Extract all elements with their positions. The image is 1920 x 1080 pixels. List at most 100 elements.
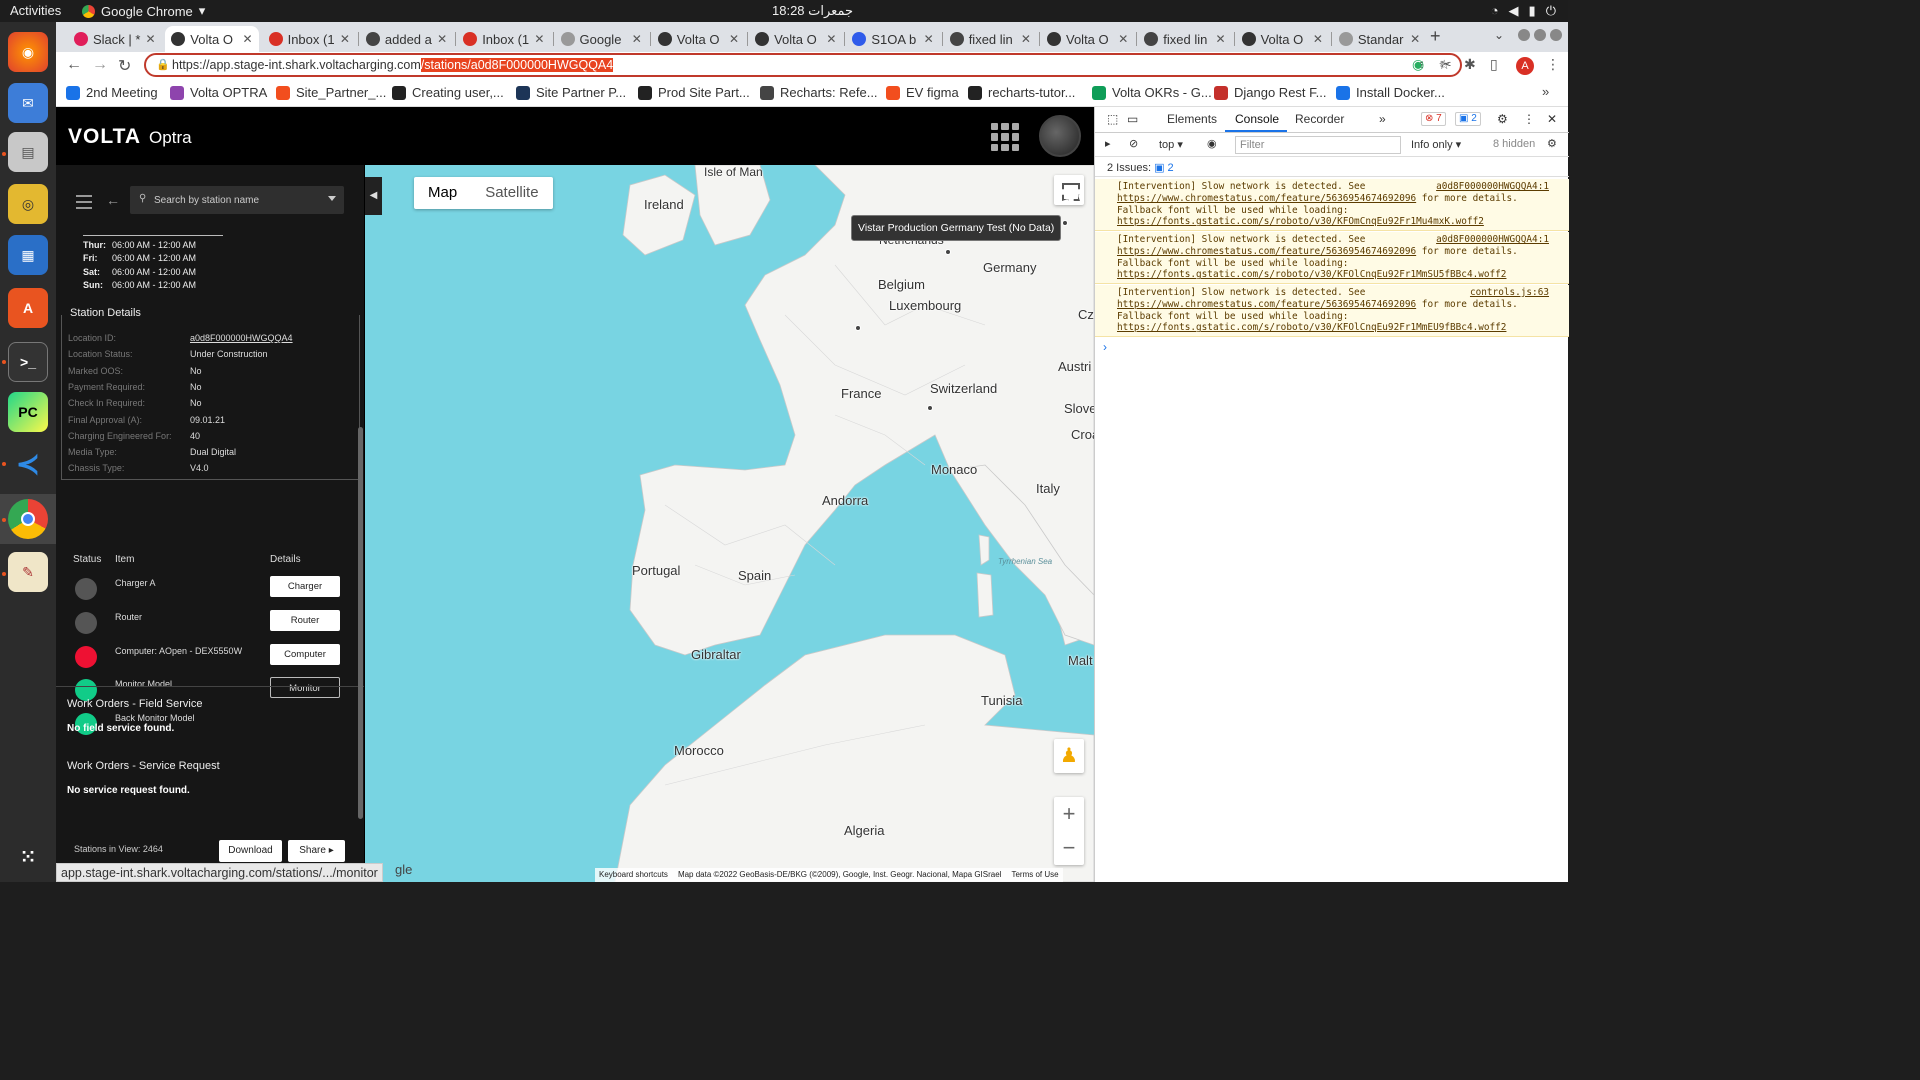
close-tab-icon[interactable]: ✕	[1313, 32, 1323, 46]
bookmark-item[interactable]: Volta OKRs - G...	[1092, 85, 1212, 100]
inspect-element-icon[interactable]: ⬚	[1107, 112, 1118, 126]
writer-icon[interactable]: ▦	[8, 235, 48, 275]
chromestatus-link[interactable]: https://www.chromestatus.com/feature/563…	[1117, 299, 1416, 310]
close-tab-icon[interactable]: ✕	[340, 32, 350, 46]
terms-link[interactable]: Terms of Use	[1011, 870, 1058, 880]
terminal-icon[interactable]: >_	[8, 342, 48, 382]
files-icon[interactable]: ▤	[8, 132, 48, 172]
vscode-icon[interactable]: ≺	[8, 444, 48, 484]
address-bar[interactable]: 🔒 https://app.stage-int.shark.voltacharg…	[144, 53, 1462, 77]
source-link[interactable]: a0d8F000000HWGQQA4:1	[1436, 234, 1549, 246]
kebab-menu-icon[interactable]: ⋮	[1523, 112, 1535, 126]
tab-search-button[interactable]: ⌄	[1494, 28, 1504, 42]
device-toolbar-icon[interactable]: ▭	[1127, 112, 1138, 126]
app-logo[interactable]: VOLTA Optra	[68, 125, 192, 149]
eye-icon[interactable]: ◉	[1207, 137, 1217, 150]
avatar[interactable]	[1039, 115, 1081, 157]
share-button[interactable]: Share ▸	[288, 840, 345, 862]
show-apps-icon[interactable]: ⁙	[8, 837, 48, 877]
url-text[interactable]: https://app.stage-int.shark.voltachargin…	[172, 58, 614, 72]
hamburger-menu-icon[interactable]	[76, 195, 92, 213]
component-details-button[interactable]: Computer	[270, 643, 340, 665]
maximize-button[interactable]	[1534, 29, 1546, 41]
close-tab-icon[interactable]: ✕	[632, 32, 642, 46]
source-link[interactable]: a0d8F000000HWGQQA4:1	[1436, 181, 1549, 193]
station-marker[interactable]	[1062, 220, 1068, 226]
bookmark-item[interactable]: Prod Site Part...	[638, 85, 750, 100]
chrome-icon[interactable]	[8, 499, 48, 539]
console-prompt-icon[interactable]: ›	[1103, 340, 1107, 354]
bookmark-item[interactable]: Site Partner P...	[516, 85, 626, 100]
tab-console[interactable]: Console	[1235, 112, 1279, 126]
close-tab-icon[interactable]: ✕	[145, 32, 155, 46]
bookmark-item[interactable]: Recharts: Refe...	[760, 85, 878, 100]
console-filter-input[interactable]: Filter	[1235, 136, 1401, 154]
chromestatus-link[interactable]: https://www.chromestatus.com/feature/563…	[1117, 193, 1416, 204]
puzzle-icon[interactable]: ✱	[1464, 56, 1476, 73]
font-link[interactable]: https://fonts.gstatic.com/s/roboto/v30/K…	[1117, 216, 1484, 227]
bookmark-item[interactable]: recharts-tutor...	[968, 85, 1075, 100]
component-details-button[interactable]: Charger	[270, 576, 340, 597]
chevron-down-icon[interactable]	[328, 196, 336, 201]
bookmark-item[interactable]: EV figma	[886, 85, 959, 100]
browser-tab[interactable]: Volta O ✕	[749, 26, 842, 52]
extension-icon[interactable]: ✂	[1440, 56, 1452, 73]
close-tab-icon[interactable]: ✕	[1021, 32, 1031, 46]
console-warning[interactable]: a0d8F000000HWGQQA4:1 [Intervention] Slow …	[1095, 179, 1569, 232]
tab-elements[interactable]: Elements	[1167, 112, 1217, 126]
close-tab-icon[interactable]: ✕	[924, 32, 934, 46]
bookmark-item[interactable]: Django Rest F...	[1214, 85, 1327, 100]
close-tab-icon[interactable]: ✕	[1216, 32, 1226, 46]
more-bookmarks-icon[interactable]: »	[1542, 84, 1549, 99]
map-type-map-button[interactable]: Map	[414, 177, 471, 209]
map-type-satellite-button[interactable]: Satellite	[471, 177, 552, 209]
close-tab-icon[interactable]: ✕	[534, 32, 544, 46]
reload-icon[interactable]: ↻	[118, 56, 131, 76]
station-marker[interactable]	[927, 405, 933, 411]
lock-icon[interactable]: 🔒	[156, 58, 170, 71]
app-grid-icon[interactable]	[991, 123, 1019, 151]
rhythmbox-icon[interactable]: ◎	[8, 184, 48, 224]
map[interactable]: Isle of ManIrelandNetherlandsGermanyBelg…	[365, 165, 1094, 882]
clear-console-icon[interactable]: ⊘	[1129, 137, 1138, 150]
browser-tab[interactable]: Volta O ✕	[1041, 26, 1134, 52]
new-tab-button[interactable]: +	[1430, 26, 1441, 47]
error-count-badge[interactable]: ⊗ 7	[1421, 112, 1446, 126]
minimize-button[interactable]	[1518, 29, 1530, 41]
keyboard-shortcuts-link[interactable]: Keyboard shortcuts	[599, 870, 668, 880]
close-tab-icon[interactable]: ✕	[729, 32, 739, 46]
browser-tab[interactable]: Slack | * ✕	[68, 26, 161, 52]
collapse-sidebar-button[interactable]: ◀	[365, 177, 382, 215]
message-count-badge[interactable]: ▣ 2	[1455, 112, 1481, 126]
close-tab-icon[interactable]: ✕	[437, 32, 447, 46]
pegman-icon[interactable]: ♟	[1054, 739, 1084, 773]
close-tab-icon[interactable]: ✕	[1118, 32, 1128, 46]
fullscreen-icon[interactable]	[1054, 175, 1084, 205]
bookmark-item[interactable]: Site_Partner_...	[276, 85, 386, 100]
software-center-icon[interactable]: A	[8, 288, 48, 328]
side-panel-icon[interactable]: ▯	[1490, 56, 1498, 73]
browser-tab[interactable]: Standar ✕	[1333, 26, 1426, 52]
forward-icon[interactable]: →	[92, 56, 108, 74]
zoom-in-button[interactable]: +	[1054, 797, 1084, 831]
activities-button[interactable]: Activities	[10, 3, 61, 18]
close-tab-icon[interactable]: ✕	[1410, 32, 1420, 46]
bookmark-item[interactable]: Install Docker...	[1336, 85, 1445, 100]
context-select[interactable]: top ▾	[1159, 138, 1183, 151]
extension-icon[interactable]: ◉	[1412, 56, 1424, 73]
station-marker[interactable]	[945, 249, 951, 255]
zoom-out-button[interactable]: −	[1054, 831, 1084, 865]
sidebar-scrollbar[interactable]	[358, 427, 363, 819]
thunderbird-icon[interactable]: ✉	[8, 83, 48, 123]
clock[interactable]: جمعرات 18:28	[772, 3, 853, 19]
console-warning[interactable]: a0d8F000000HWGQQA4:1 [Intervention] Slow …	[1095, 232, 1569, 285]
browser-tab[interactable]: Volta O ✕	[165, 26, 259, 52]
text-editor-icon[interactable]: ✎	[8, 552, 48, 592]
browser-tab[interactable]: added a ✕	[360, 26, 453, 52]
back-arrow-icon[interactable]: ←	[106, 192, 120, 208]
chromestatus-link[interactable]: https://www.chromestatus.com/feature/563…	[1117, 246, 1416, 257]
sidebar-toggle-icon[interactable]: ▸	[1105, 137, 1111, 150]
issues-badge[interactable]: ▣ 2	[1154, 162, 1174, 174]
browser-tab[interactable]: Volta O ✕	[1236, 26, 1329, 52]
firefox-icon[interactable]: ◉	[8, 32, 48, 72]
